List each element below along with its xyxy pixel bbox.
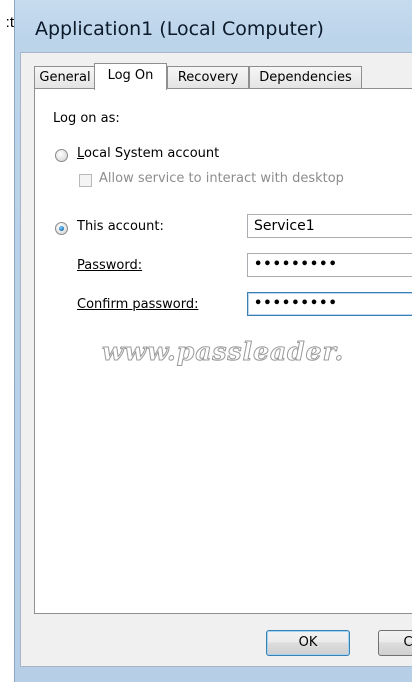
password-label: Password: bbox=[77, 258, 143, 273]
tab-dependencies[interactable]: Dependencies bbox=[249, 66, 362, 88]
password-input[interactable]: ••••••••• bbox=[247, 253, 412, 277]
this-account-label[interactable]: This account: bbox=[77, 219, 164, 234]
ok-button[interactable]: OK bbox=[266, 630, 350, 656]
cut-off-text: t: bbox=[5, 14, 14, 31]
this-account-radio[interactable] bbox=[55, 222, 68, 235]
this-account-input[interactable]: Service1 bbox=[247, 214, 412, 238]
confirm-password-label: Confirm password: bbox=[77, 297, 199, 312]
confirm-password-input[interactable]: ••••••••• bbox=[247, 292, 412, 316]
screenshot-stage: t: Application1 (Local Computer) General… bbox=[0, 0, 412, 682]
tab-log-on-label: Log On bbox=[107, 68, 154, 83]
tab-recovery[interactable]: Recovery bbox=[167, 66, 249, 88]
tab-recovery-label: Recovery bbox=[177, 70, 239, 85]
interact-desktop-checkbox[interactable] bbox=[79, 174, 92, 187]
local-system-label-text: ocal System account bbox=[84, 146, 220, 161]
interact-desktop-label: Allow service to interact with desktop bbox=[99, 171, 344, 186]
local-system-label[interactable]: Local System account bbox=[77, 146, 219, 161]
tab-dependencies-label: Dependencies bbox=[259, 70, 352, 85]
tab-general[interactable]: General bbox=[34, 66, 96, 88]
watermark: www.passleader. bbox=[101, 337, 345, 367]
window-title: Application1 (Local Computer) bbox=[35, 18, 324, 40]
tab-log-on[interactable]: Log On bbox=[94, 63, 167, 90]
log-on-as-label: Log on as: bbox=[53, 111, 120, 126]
tab-general-label: General bbox=[39, 70, 91, 85]
local-system-radio[interactable] bbox=[55, 149, 68, 162]
cancel-button[interactable]: C bbox=[378, 630, 412, 656]
